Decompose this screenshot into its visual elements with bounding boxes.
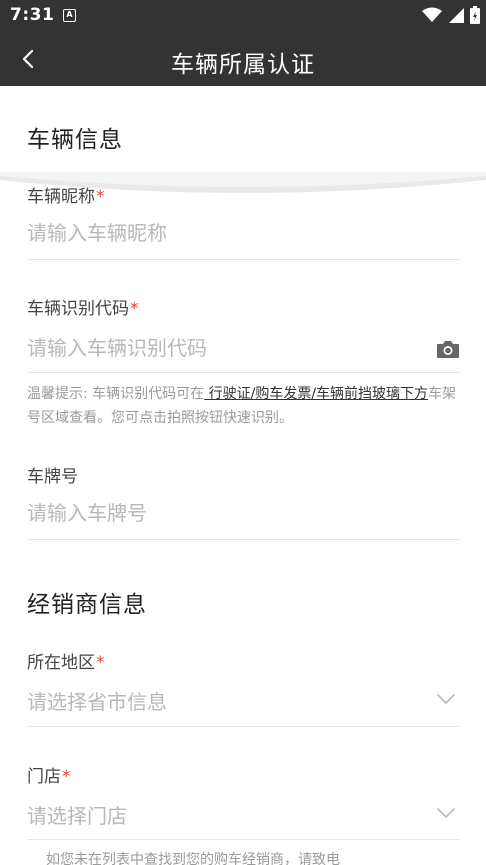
store-label: 门店*	[27, 767, 71, 787]
required-mark: *	[96, 187, 105, 207]
region-select[interactable]: 请选择省市信息	[27, 686, 167, 715]
battery-icon	[470, 6, 480, 24]
required-mark: *	[130, 299, 139, 319]
region-label: 所在地区*	[27, 653, 105, 673]
required-mark: *	[62, 767, 71, 787]
status-bar: 7:31 A	[0, 0, 486, 32]
dealer-footer-note: 如您未在列表中查找到您的购车经销商，请致电	[46, 852, 340, 865]
store-select[interactable]: 请选择门店	[27, 800, 127, 829]
form-content: 车辆信息 车辆昵称* 车辆识别代码* 温馨提示: 车辆识别代码可在 行驶证/购车…	[0, 86, 486, 865]
notification-icon: A	[63, 9, 76, 22]
nickname-input[interactable]	[27, 213, 459, 253]
divider	[27, 259, 459, 260]
vin-input[interactable]	[27, 328, 427, 368]
vin-location-link[interactable]: 行驶证/购车发票/车辆前挡玻璃下方	[204, 386, 428, 402]
vin-label: 车辆识别代码*	[27, 299, 139, 319]
nickname-label: 车辆昵称*	[27, 187, 105, 207]
app-bar: 车辆所属认证	[0, 32, 486, 86]
chevron-down-icon[interactable]	[436, 693, 456, 705]
camera-icon[interactable]	[436, 339, 460, 359]
vehicle-section-title: 车辆信息	[27, 127, 123, 153]
required-mark: *	[96, 653, 105, 673]
chevron-down-icon[interactable]	[436, 807, 456, 819]
plate-input[interactable]	[27, 493, 459, 533]
divider	[27, 539, 459, 540]
signal-icon	[449, 8, 464, 23]
divider	[27, 726, 459, 727]
status-icons	[422, 6, 480, 24]
divider	[27, 839, 459, 840]
dealer-section-title: 经销商信息	[27, 592, 147, 618]
wifi-icon	[422, 7, 442, 22]
divider	[27, 372, 459, 373]
vin-hint: 温馨提示: 车辆识别代码可在 行驶证/购车发票/车辆前挡玻璃下方车架号区域查看。…	[27, 386, 457, 426]
status-time: 7:31	[10, 5, 55, 25]
page-title: 车辆所属认证	[171, 52, 315, 78]
plate-label: 车牌号	[27, 467, 78, 487]
